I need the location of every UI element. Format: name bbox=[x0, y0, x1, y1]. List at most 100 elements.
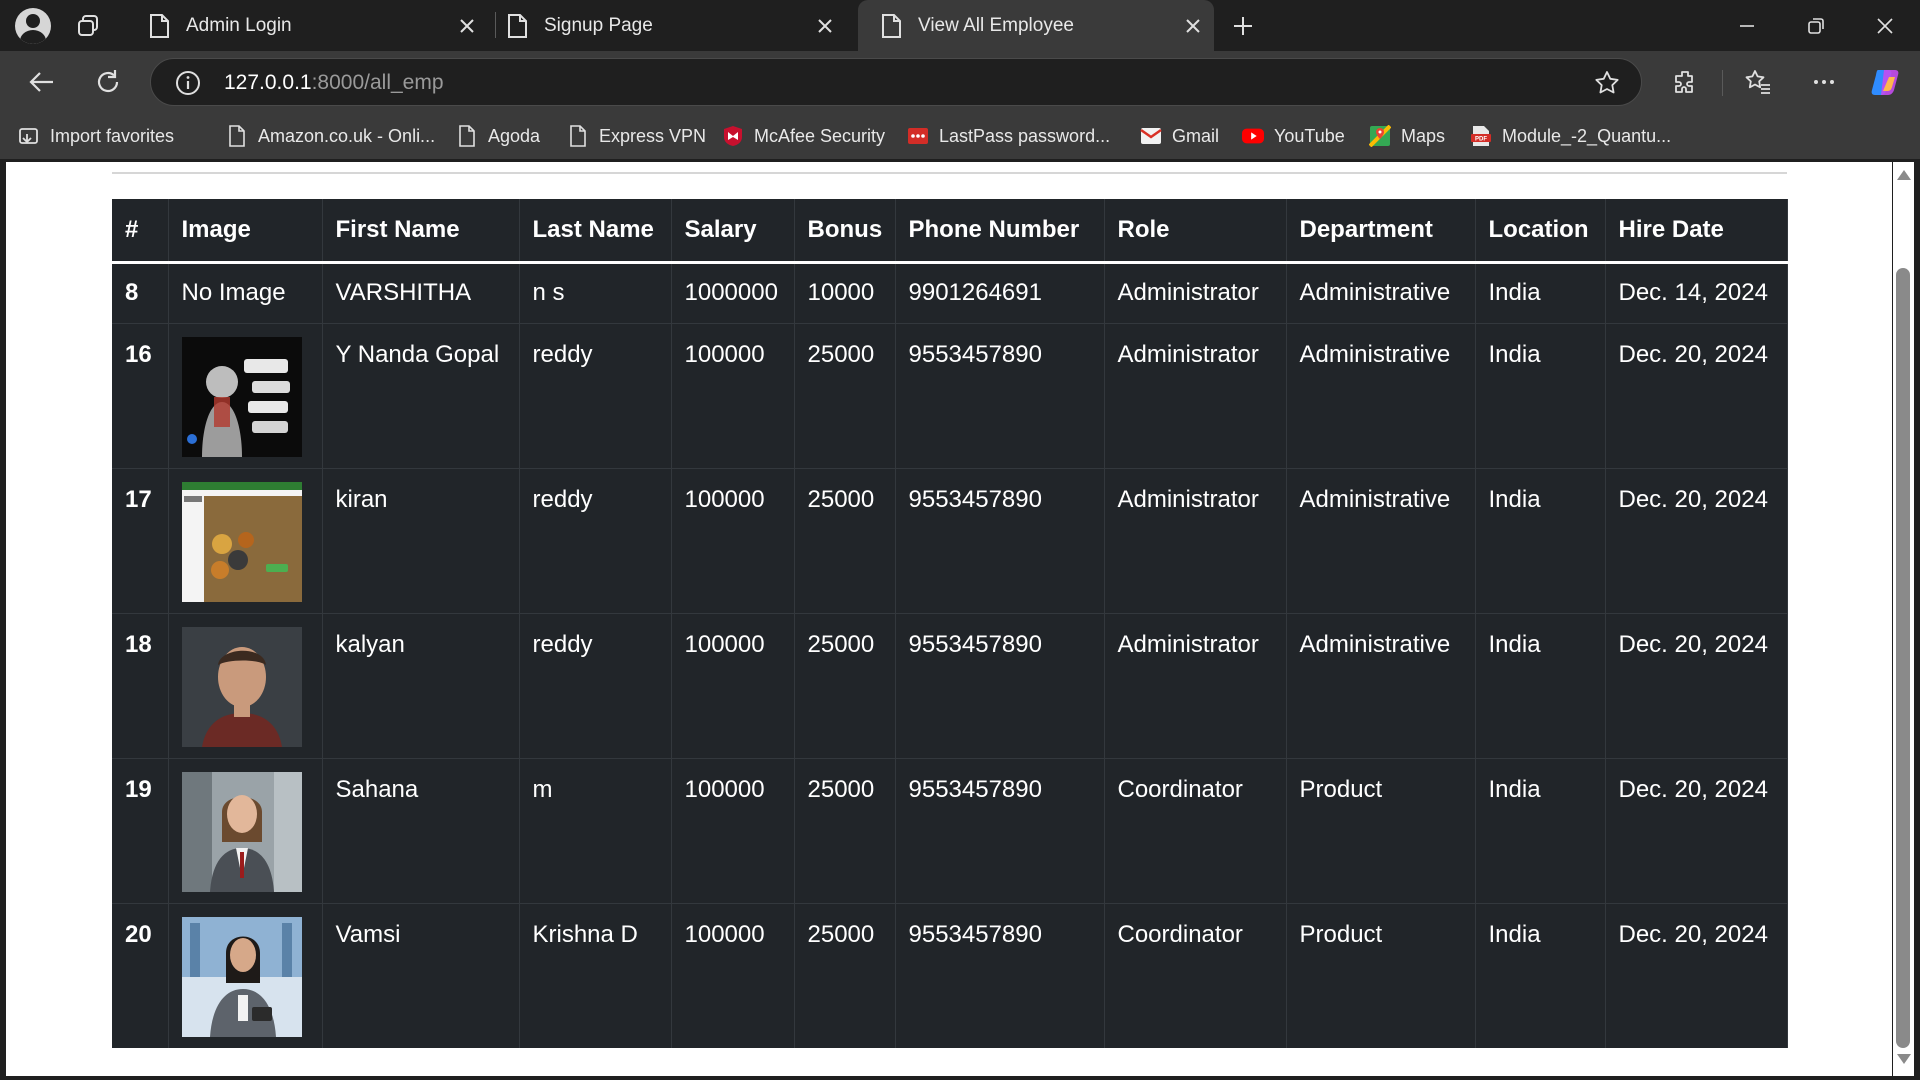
cell-phone: 9553457890 bbox=[895, 757, 1105, 903]
favorite-mcafee[interactable]: McAfee Security bbox=[722, 113, 885, 159]
cell-department: Product bbox=[1286, 902, 1476, 1048]
column-header[interactable]: Hire Date bbox=[1605, 199, 1788, 264]
close-window-button[interactable] bbox=[1851, 0, 1919, 51]
favorite-maps[interactable]: Maps bbox=[1369, 113, 1445, 159]
cell-hire-date: Dec. 20, 2024 bbox=[1605, 612, 1788, 758]
cell-salary: 100000 bbox=[671, 902, 795, 1048]
cell-id: 19 bbox=[112, 757, 169, 903]
cell-last-name: reddy bbox=[519, 467, 672, 613]
cell-id: 17 bbox=[112, 467, 169, 613]
cell-department: Administrative bbox=[1286, 322, 1476, 468]
back-button[interactable] bbox=[22, 62, 62, 102]
column-header[interactable]: First Name bbox=[322, 199, 520, 264]
cell-last-name: n s bbox=[519, 261, 672, 323]
tab-view-all-employee[interactable]: View All Employee bbox=[858, 0, 1214, 51]
vertical-scrollbar[interactable] bbox=[1893, 162, 1914, 1076]
workspaces-icon[interactable] bbox=[68, 6, 108, 46]
favorite-express-vpn[interactable]: Express VPN bbox=[567, 113, 706, 159]
cell-bonus: 25000 bbox=[794, 612, 896, 758]
cell-first-name: VARSHITHA bbox=[322, 261, 520, 323]
lastpass-icon bbox=[907, 125, 929, 147]
scrollbar-thumb[interactable] bbox=[1896, 268, 1910, 1048]
favorite-module-pdf[interactable]: PDF Module_-2_Quantu... bbox=[1470, 113, 1671, 159]
cell-role: Administrator bbox=[1104, 322, 1287, 468]
cell-hire-date: Dec. 14, 2024 bbox=[1605, 261, 1788, 323]
site-info-icon[interactable] bbox=[175, 70, 201, 96]
url-text[interactable]: 127.0.0.1:8000/all_emp bbox=[224, 71, 444, 95]
cell-salary: 100000 bbox=[671, 322, 795, 468]
page-icon bbox=[882, 13, 901, 38]
column-header[interactable]: Role bbox=[1104, 199, 1287, 264]
close-tab-icon[interactable] bbox=[1178, 11, 1208, 41]
favorite-label: Amazon.co.uk - Onli... bbox=[258, 125, 436, 146]
reload-button[interactable] bbox=[88, 62, 128, 102]
gmail-icon bbox=[1140, 125, 1162, 147]
cell-image: No Image bbox=[168, 261, 323, 323]
table-row: 18 kalyan reddy 100000 25000 9553457890 … bbox=[112, 612, 1788, 758]
cell-last-name: reddy bbox=[519, 612, 672, 758]
favorite-youtube[interactable]: YouTube bbox=[1242, 113, 1345, 159]
favorite-label: Agoda bbox=[488, 125, 541, 146]
cell-location: India bbox=[1475, 322, 1606, 468]
toolbar-separator bbox=[1722, 70, 1723, 96]
cell-hire-date: Dec. 20, 2024 bbox=[1605, 322, 1788, 468]
cell-location: India bbox=[1475, 261, 1606, 323]
address-bar[interactable]: 127.0.0.1:8000/all_emp bbox=[150, 58, 1642, 106]
table-row: 17 kiran reddy 100000 25000 9553457890 A… bbox=[112, 467, 1788, 613]
favorite-gmail[interactable]: Gmail bbox=[1140, 113, 1219, 159]
copilot-icon[interactable] bbox=[1866, 62, 1906, 102]
cell-salary: 100000 bbox=[671, 612, 795, 758]
navigation-bar: 127.0.0.1:8000/all_emp bbox=[0, 51, 1920, 113]
favorites-icon[interactable] bbox=[1738, 62, 1778, 102]
column-header[interactable]: # bbox=[112, 199, 169, 264]
cell-image bbox=[168, 902, 323, 1048]
url-path: :8000/all_emp bbox=[311, 71, 444, 94]
cell-bonus: 25000 bbox=[794, 757, 896, 903]
tab-admin-login[interactable]: Admin Login bbox=[126, 0, 488, 51]
employee-table: # Image First Name Last Name Salary Bonu… bbox=[112, 199, 1788, 1048]
more-menu-icon[interactable] bbox=[1804, 62, 1844, 102]
minimize-button[interactable] bbox=[1713, 0, 1781, 51]
employee-photo bbox=[181, 916, 302, 1037]
column-header[interactable]: Bonus bbox=[794, 199, 896, 264]
favorite-label: Gmail bbox=[1172, 125, 1220, 146]
favorite-import[interactable]: Import favorites bbox=[18, 113, 174, 159]
page-content: # Image First Name Last Name Salary Bonu… bbox=[6, 162, 1892, 1076]
favorite-label: Import favorites bbox=[50, 125, 175, 146]
cell-role: Coordinator bbox=[1104, 757, 1287, 903]
favorite-lastpass[interactable]: LastPass password... bbox=[907, 113, 1110, 159]
svg-text:PDF: PDF bbox=[1475, 137, 1487, 143]
column-header[interactable]: Department bbox=[1286, 199, 1476, 264]
column-header[interactable]: Phone Number bbox=[895, 199, 1105, 264]
close-tab-icon[interactable] bbox=[810, 11, 840, 41]
favorite-agoda[interactable]: Agoda bbox=[456, 113, 540, 159]
restore-button[interactable] bbox=[1782, 0, 1850, 51]
scroll-down-arrow-icon[interactable] bbox=[1897, 1054, 1911, 1064]
close-tab-icon[interactable] bbox=[452, 11, 482, 41]
cell-phone: 9553457890 bbox=[895, 612, 1105, 758]
tab-title: Admin Login bbox=[186, 14, 292, 36]
cell-phone: 9553457890 bbox=[895, 902, 1105, 1048]
scroll-up-arrow-icon[interactable] bbox=[1897, 170, 1911, 180]
cell-department: Product bbox=[1286, 757, 1476, 903]
profile-avatar-icon[interactable] bbox=[15, 7, 51, 44]
cell-department: Administrative bbox=[1286, 261, 1476, 323]
cell-last-name: Krishna D bbox=[519, 902, 672, 1048]
column-header[interactable]: Image bbox=[168, 199, 323, 264]
cell-location: India bbox=[1475, 757, 1606, 903]
table-header-row: # Image First Name Last Name Salary Bonu… bbox=[112, 199, 1788, 264]
tab-signup-page[interactable]: Signup Page bbox=[484, 0, 846, 51]
favorite-star-icon[interactable] bbox=[1593, 69, 1621, 97]
pdf-icon: PDF bbox=[1470, 125, 1492, 147]
page-icon bbox=[456, 125, 478, 147]
cell-bonus: 25000 bbox=[794, 902, 896, 1048]
column-header[interactable]: Salary bbox=[671, 199, 795, 264]
cell-id: 16 bbox=[112, 322, 169, 468]
new-tab-button[interactable] bbox=[1226, 9, 1260, 43]
extensions-icon[interactable] bbox=[1665, 62, 1705, 102]
column-header[interactable]: Last Name bbox=[519, 199, 672, 264]
column-header[interactable]: Location bbox=[1475, 199, 1606, 264]
cell-location: India bbox=[1475, 902, 1606, 1048]
favorite-amazon[interactable]: Amazon.co.uk - Onli... bbox=[226, 113, 435, 159]
cell-department: Administrative bbox=[1286, 467, 1476, 613]
